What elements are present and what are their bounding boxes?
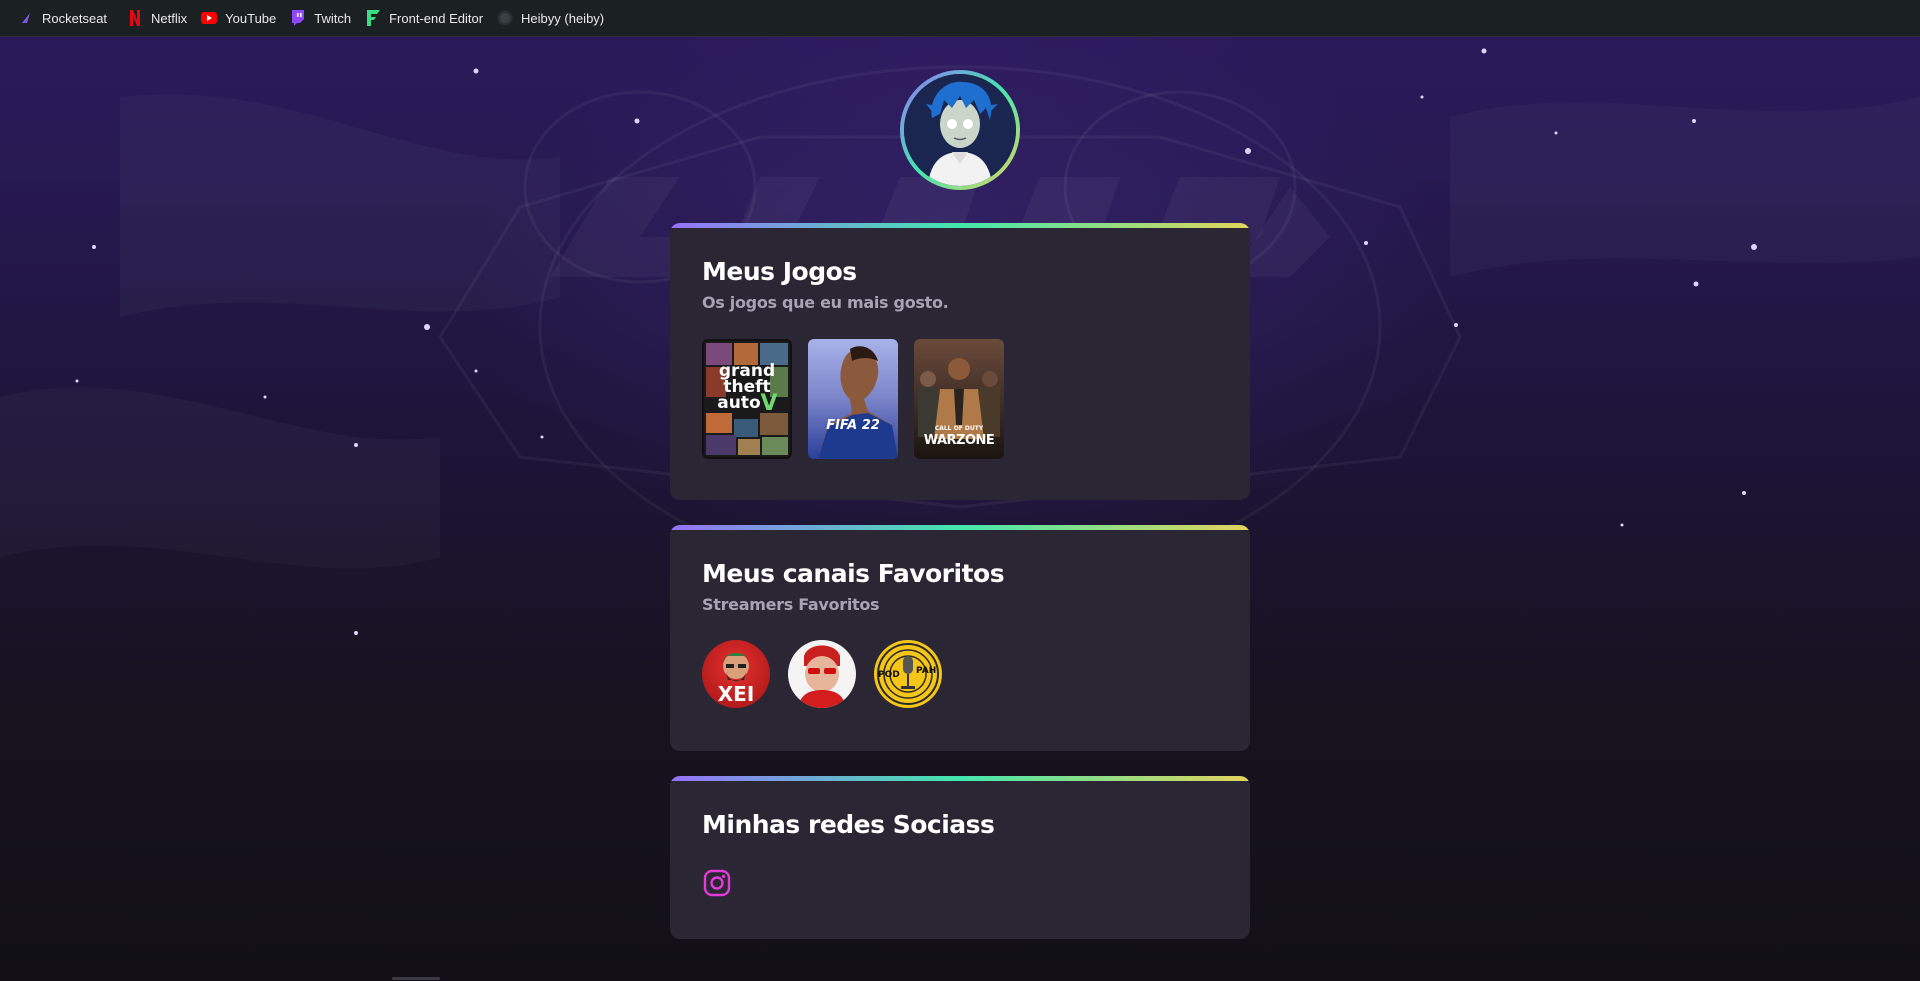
channel-label: XEI: [717, 682, 755, 706]
game-title: FIFA 22: [826, 418, 880, 433]
github-avatar-icon: [497, 10, 513, 26]
channels-subtitle: Streamers Favoritos: [702, 595, 880, 614]
social-card: Minhas redes Sociass: [670, 776, 1250, 939]
game-fifa-22[interactable]: FIFA 22: [808, 339, 898, 459]
bookmark-label: Rocketseat: [42, 10, 108, 26]
bookmark-youtube[interactable]: YouTube: [197, 0, 286, 37]
netflix-icon: [127, 10, 143, 26]
horizontal-scrollbar-thumb[interactable]: [392, 977, 440, 980]
channel-podpah[interactable]: POD PAH: [874, 640, 942, 708]
bookmark-label: Netflix: [151, 10, 188, 26]
channel-label-left: POD: [878, 670, 900, 680]
instagram-icon: [703, 869, 731, 901]
game-gta-v[interactable]: grand theft auto V: [702, 339, 792, 459]
rocketseat-icon: [18, 10, 34, 26]
bookmark-label: Twitch: [314, 10, 352, 26]
twitch-icon: [290, 10, 306, 26]
channels-list: XEI POD PAH: [702, 640, 942, 708]
bookmark-rocketseat[interactable]: Rocketseat: [14, 0, 117, 37]
bookmark-twitch[interactable]: Twitch: [286, 0, 361, 37]
bookmark-label: Heibyy (heiby): [521, 10, 605, 26]
game-warzone[interactable]: CALL OF DUTY WARZONE: [914, 339, 1004, 459]
channel-label-right: PAH: [916, 666, 937, 676]
bookmark-netflix[interactable]: Netflix: [123, 0, 197, 37]
channels-title: Meus canais Favoritos: [702, 559, 1005, 588]
game-title-mark: V: [760, 391, 778, 416]
instagram-link[interactable]: [703, 869, 731, 897]
frontend-editor-icon: [365, 10, 381, 26]
profile-avatar: [900, 70, 1020, 190]
game-subtitle-small: CALL OF DUTY: [934, 425, 984, 432]
games-subtitle: Os jogos que eu mais gosto.: [702, 293, 949, 312]
bookmark-label: Front-end Editor: [389, 10, 484, 26]
bookmark-label: YouTube: [225, 10, 277, 26]
games-card: Meus Jogos Os jogos que eu mais gosto. g…: [670, 223, 1250, 500]
channel-streamer-red[interactable]: [788, 640, 856, 708]
youtube-icon: [201, 10, 218, 26]
social-title: Minhas redes Sociass: [702, 810, 995, 839]
bookmark-frontend-editor[interactable]: Front-end Editor: [361, 0, 493, 37]
games-title: Meus Jogos: [702, 257, 857, 286]
bookmark-heibyy[interactable]: Heibyy (heiby): [493, 0, 614, 37]
games-list: grand theft auto V FIFA 22 CALL OF DUTY …: [702, 339, 1004, 459]
bookmarks-bar: Rocketseat Netflix YouTube Twitch Front-…: [0, 0, 1920, 37]
game-title: WARZONE: [923, 433, 995, 448]
avatar-image: [904, 74, 1016, 186]
channels-card: Meus canais Favoritos Streamers Favorito…: [670, 525, 1250, 751]
channel-xei[interactable]: XEI: [702, 640, 770, 708]
